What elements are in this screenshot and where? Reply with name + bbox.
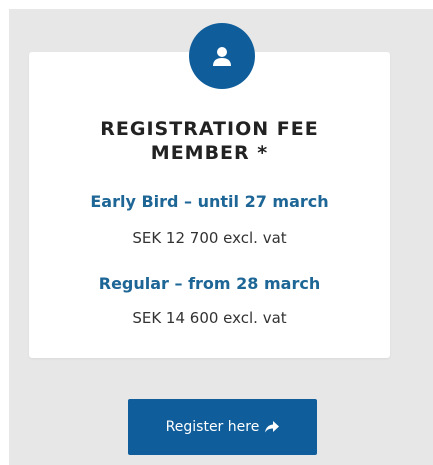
tier-early-bird-label: Early Bird – until 27 march	[90, 192, 329, 211]
tier-regular-price: SEK 14 600 excl. vat	[132, 309, 287, 327]
user-badge	[189, 23, 255, 89]
register-button[interactable]: Register here	[128, 399, 317, 455]
tier-regular-label: Regular – from 28 march	[98, 274, 321, 293]
register-button-label: Register here	[165, 419, 260, 435]
tier-early-bird-price: SEK 12 700 excl. vat	[132, 229, 287, 247]
card-title-line-1: REGISTRATION FEE	[100, 118, 319, 140]
share-arrow-icon	[265, 421, 280, 433]
card-title-line-2: MEMBER *	[150, 142, 269, 164]
user-icon	[213, 47, 231, 66]
card-title: REGISTRATION FEE MEMBER *	[29, 117, 390, 165]
